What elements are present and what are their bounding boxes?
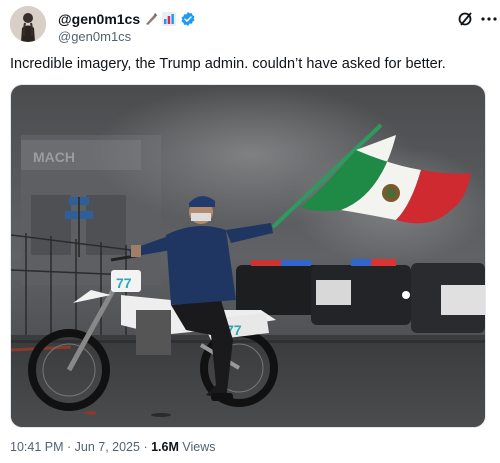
- tweet-text: Incredible imagery, the Trump admin. cou…: [10, 56, 446, 72]
- tweet-date[interactable]: Jun 7, 2025: [75, 440, 140, 454]
- views-count: 1.6M: [151, 440, 179, 454]
- meta-separator: ·: [63, 440, 75, 454]
- meta-separator: ·: [139, 440, 152, 454]
- tweet-meta: 10:41 PM · Jun 7, 2025 · 1.6M Views: [10, 440, 215, 454]
- more-options-icon[interactable]: [480, 10, 498, 28]
- avatar[interactable]: [10, 6, 46, 42]
- tweet-header: @gen0m1cs @gen0m1cs: [10, 6, 497, 46]
- name-row: @gen0m1cs: [58, 11, 196, 27]
- display-name[interactable]: @gen0m1cs: [58, 11, 140, 27]
- bike-number-front: 77: [116, 275, 132, 291]
- pen-emoji-icon: [144, 12, 158, 26]
- tweet-image[interactable]: MACH 77 77: [10, 84, 486, 428]
- handle[interactable]: @gen0m1cs: [58, 29, 131, 44]
- verified-badge-icon: [180, 11, 196, 27]
- grok-icon[interactable]: [457, 10, 475, 28]
- views-label: Views: [178, 440, 216, 454]
- bar-chart-emoji-icon: [162, 12, 177, 26]
- building-sign: MACH: [33, 149, 75, 165]
- tweet-time[interactable]: 10:41 PM: [10, 440, 64, 454]
